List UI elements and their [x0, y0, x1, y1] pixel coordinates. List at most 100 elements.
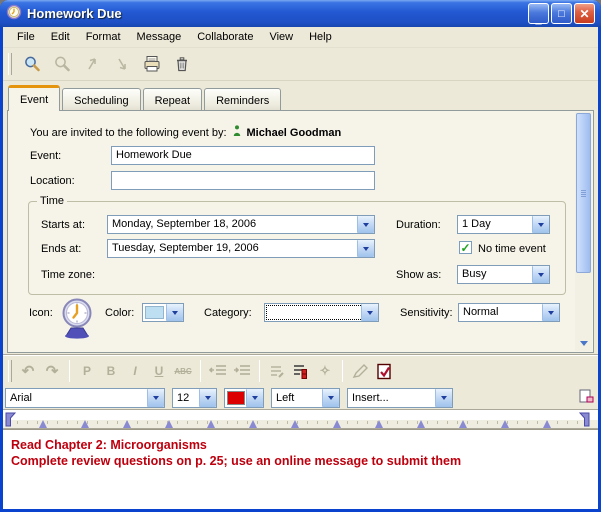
title-bar[interactable]: Homework Due _ □ ✕	[0, 0, 601, 27]
edit-html-icon	[266, 359, 288, 383]
location-input[interactable]	[111, 171, 375, 190]
arrow-down-icon	[109, 51, 135, 77]
chevron-down-icon[interactable]	[322, 389, 339, 407]
vertical-scrollbar[interactable]	[575, 112, 592, 351]
no-time-label: No time event	[478, 243, 546, 255]
print-icon[interactable]	[139, 51, 165, 77]
maximize-button[interactable]: □	[551, 3, 572, 24]
find-icon[interactable]	[19, 51, 45, 77]
menu-collaborate[interactable]: Collaborate	[189, 29, 261, 45]
delete-icon[interactable]	[169, 51, 195, 77]
message-body[interactable]: Read Chapter 2: Microorganisms Complete …	[3, 429, 598, 509]
chevron-down-icon[interactable]	[532, 216, 549, 233]
outdent-icon	[207, 359, 229, 383]
sensitivity-label: Sensitivity:	[400, 307, 453, 319]
chevron-down-icon[interactable]	[361, 304, 378, 321]
font-color-select[interactable]	[224, 388, 264, 408]
chevron-down-icon[interactable]	[147, 389, 164, 407]
underline-icon: U	[148, 359, 170, 383]
body-line: Read Chapter 2: Microorganisms	[11, 437, 590, 453]
tab-strip: Event Scheduling Repeat Reminders	[8, 84, 594, 110]
insert-fields-icon[interactable]	[290, 359, 312, 383]
chevron-down-icon[interactable]	[199, 389, 216, 407]
ends-at-select[interactable]: Tuesday, September 19, 2006	[107, 239, 375, 258]
menu-edit[interactable]: Edit	[43, 29, 78, 45]
ruler-tab-stops[interactable]	[17, 421, 578, 424]
menu-help[interactable]: Help	[301, 29, 340, 45]
duration-label: Duration:	[396, 219, 441, 231]
invite-row: You are invited to the following event b…	[30, 125, 341, 140]
close-button[interactable]: ✕	[574, 3, 595, 24]
color-select[interactable]	[142, 303, 184, 322]
sensitivity-select[interactable]: Normal	[458, 303, 560, 322]
right-margin-marker[interactable]	[578, 412, 590, 430]
location-label: Location:	[30, 175, 75, 187]
minimize-button[interactable]: _	[528, 3, 549, 24]
color-label: Color:	[105, 307, 134, 319]
window-title: Homework Due	[27, 6, 523, 21]
organizer-name: Michael Goodman	[247, 127, 342, 139]
indent-icon	[231, 359, 253, 383]
event-label: Event:	[30, 150, 61, 162]
redo-icon: ↷	[41, 359, 63, 383]
insert-symbol-icon: ✧	[314, 359, 336, 383]
event-input[interactable]: Homework Due	[111, 146, 375, 165]
starts-at-select[interactable]: Monday, September 18, 2006	[107, 215, 375, 234]
color-swatch	[145, 306, 164, 319]
alignment-select[interactable]: Left	[271, 388, 340, 408]
category-select[interactable]	[264, 303, 379, 322]
icon-label: Icon:	[29, 307, 53, 319]
font-color-swatch	[227, 391, 245, 405]
menu-file[interactable]: File	[9, 29, 43, 45]
scrollbar-thumb[interactable]	[576, 113, 591, 273]
main-toolbar	[3, 48, 598, 81]
event-clock-icon	[58, 297, 96, 342]
chevron-down-icon[interactable]	[532, 266, 549, 283]
toolbar-grip[interactable]	[8, 53, 12, 75]
menu-format[interactable]: Format	[78, 29, 129, 45]
insert-select[interactable]: Insert...	[347, 388, 453, 408]
tab-scheduling[interactable]: Scheduling	[62, 88, 140, 110]
strikethrough-icon: ABC	[172, 359, 194, 383]
menu-view[interactable]: View	[261, 29, 301, 45]
person-icon	[233, 125, 241, 140]
check-icon: ✓	[460, 243, 470, 253]
tab-event[interactable]: Event	[8, 85, 60, 111]
no-time-checkbox[interactable]: ✓	[459, 241, 472, 254]
font-size-select[interactable]: 12	[172, 388, 217, 408]
duration-select[interactable]: 1 Day	[457, 215, 550, 234]
find-next-icon	[49, 51, 75, 77]
format-toolbar-grip[interactable]	[8, 360, 12, 382]
chevron-down-icon[interactable]	[246, 389, 263, 407]
show-as-label: Show as:	[396, 269, 441, 281]
plain-text-icon: P	[76, 359, 98, 383]
event-tab-panel: You are invited to the following event b…	[7, 110, 594, 353]
show-as-select[interactable]: Busy	[457, 265, 550, 284]
spell-check-icon[interactable]	[373, 359, 395, 383]
menu-bar: File Edit Format Message Collaborate Vie…	[3, 27, 598, 48]
category-label: Category:	[204, 307, 252, 319]
tab-reminders[interactable]: Reminders	[204, 88, 281, 110]
scroll-down-icon[interactable]	[576, 335, 591, 351]
bold-icon: B	[100, 359, 122, 383]
time-zone-label: Time zone:	[41, 269, 95, 281]
ends-at-label: Ends at:	[41, 243, 81, 255]
chevron-down-icon[interactable]	[542, 304, 559, 321]
chevron-down-icon[interactable]	[357, 216, 374, 233]
left-margin-marker[interactable]	[5, 412, 17, 430]
chevron-down-icon[interactable]	[166, 304, 183, 321]
event-window: Homework Due _ □ ✕ File Edit Format Mess…	[0, 0, 601, 512]
format-toolbar: ↶ ↷ P B I U ABC ✧	[3, 355, 598, 386]
attach-note-icon[interactable]	[578, 388, 594, 407]
menu-message[interactable]: Message	[129, 29, 190, 45]
pencil-icon	[349, 359, 371, 383]
chevron-down-icon[interactable]	[435, 389, 452, 407]
time-group-legend: Time	[37, 195, 67, 207]
font-name-select[interactable]: Arial	[5, 388, 165, 408]
tab-repeat[interactable]: Repeat	[143, 88, 202, 110]
chevron-down-icon[interactable]	[357, 240, 374, 257]
arrow-up-icon	[79, 51, 105, 77]
ruler	[3, 409, 598, 429]
font-bar: Arial 12 Left Insert...	[3, 386, 598, 409]
time-group: Time Starts at: Monday, September 18, 20…	[28, 201, 566, 295]
